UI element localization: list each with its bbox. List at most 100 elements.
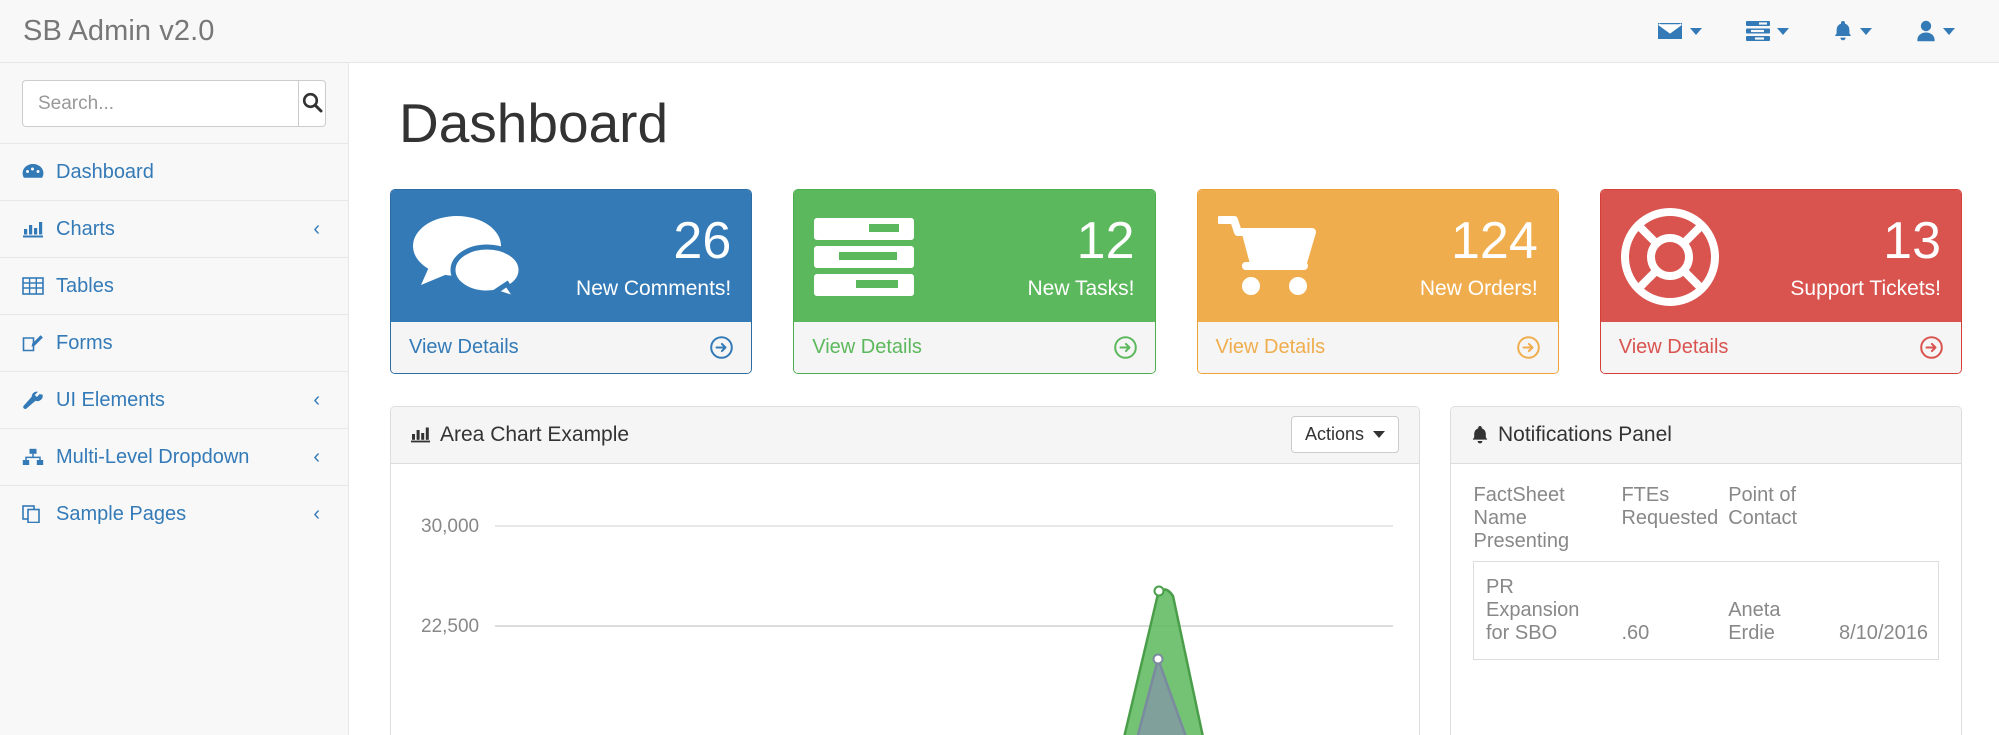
column-header-factsheet-name: FactSheet Name Presenting bbox=[1474, 484, 1594, 553]
chevron-left-icon: ‹ bbox=[313, 219, 320, 239]
view-details-link[interactable]: View Details bbox=[1198, 322, 1558, 373]
stat-count: 12 bbox=[1028, 214, 1135, 269]
view-details-link[interactable]: View Details bbox=[391, 322, 751, 373]
chevron-down-icon bbox=[1860, 28, 1872, 35]
comments-icon bbox=[411, 212, 523, 302]
stat-panel-new-comments[interactable]: 26 New Comments! View Details bbox=[390, 189, 752, 374]
sidebar-item-multi-level-dropdown[interactable]: Multi-Level Dropdown ‹ bbox=[0, 428, 348, 485]
notifications-card-body: FactSheet Name Presenting FTEs Requested… bbox=[1451, 464, 1961, 680]
stat-panel-body: 13 Support Tickets! bbox=[1601, 190, 1961, 322]
sitemap-icon bbox=[22, 448, 48, 466]
wrench-icon bbox=[22, 391, 48, 409]
area-chart-card-title: Area Chart Example bbox=[440, 423, 629, 447]
bell-icon bbox=[1833, 20, 1853, 42]
stat-panel-support-tickets[interactable]: 13 Support Tickets! View Details bbox=[1600, 189, 1962, 374]
sidebar-item-ui-elements[interactable]: UI Elements ‹ bbox=[0, 371, 348, 428]
column-header-ftes-requested: FTEs Requested bbox=[1621, 484, 1718, 530]
sidebar: Dashboard Charts ‹ Tables Forms UI Eleme… bbox=[0, 63, 349, 735]
area-chart-card-header: Area Chart Example Actions bbox=[391, 407, 1419, 464]
series-b-point bbox=[1154, 654, 1163, 663]
area-chart-card-body: 30,000 22,500 bbox=[391, 464, 1419, 735]
table-icon bbox=[22, 277, 48, 295]
area-chart-svg bbox=[413, 484, 1393, 735]
chevron-down-icon bbox=[1690, 28, 1702, 35]
view-details-label: View Details bbox=[409, 336, 519, 359]
stat-label: Support Tickets! bbox=[1790, 278, 1941, 299]
area-chart[interactable]: 30,000 22,500 bbox=[413, 484, 1397, 735]
stat-label: New Tasks! bbox=[1028, 278, 1135, 299]
y-axis-tick-30000: 30,000 bbox=[421, 516, 479, 538]
messages-dropdown[interactable] bbox=[1635, 0, 1724, 62]
chevron-left-icon: ‹ bbox=[313, 447, 320, 467]
actions-dropdown-button[interactable]: Actions bbox=[1291, 416, 1399, 453]
sidebar-search bbox=[0, 63, 348, 143]
tasks-icon bbox=[814, 216, 922, 298]
stat-panel-row: 26 New Comments! View Details bbox=[390, 189, 1972, 374]
view-details-link[interactable]: View Details bbox=[1601, 322, 1961, 373]
tasks-icon bbox=[1746, 21, 1770, 41]
notifications-card-header: Notifications Panel bbox=[1451, 407, 1961, 464]
chevron-down-icon bbox=[1373, 431, 1385, 438]
bell-icon bbox=[1471, 425, 1489, 445]
lower-card-row: Area Chart Example Actions bbox=[390, 406, 1972, 735]
notifications-card: Notifications Panel FactSheet Name Prese… bbox=[1450, 406, 1962, 735]
sidebar-item-label: Tables bbox=[56, 275, 114, 298]
view-details-label: View Details bbox=[812, 336, 922, 359]
chevron-left-icon: ‹ bbox=[313, 390, 320, 410]
stat-panel-new-orders[interactable]: 124 New Orders! View Details bbox=[1197, 189, 1559, 374]
page-title: Dashboard bbox=[399, 93, 1972, 154]
sidebar-item-label: UI Elements bbox=[56, 389, 165, 412]
area-chart-card: Area Chart Example Actions bbox=[390, 406, 1420, 735]
sidebar-item-label: Dashboard bbox=[56, 161, 154, 184]
chevron-down-icon bbox=[1943, 28, 1955, 35]
sidebar-item-tables[interactable]: Tables bbox=[0, 257, 348, 314]
user-dropdown[interactable] bbox=[1894, 0, 1977, 62]
sidebar-item-label: Charts bbox=[56, 218, 115, 241]
series-a-point bbox=[1155, 586, 1164, 595]
envelope-icon bbox=[1657, 21, 1683, 41]
stat-label: New Orders! bbox=[1420, 278, 1538, 299]
table-row[interactable]: PR Expansion for SBO .60 Aneta Erdie 8/1… bbox=[1474, 561, 1939, 659]
stat-panel-text: 13 Support Tickets! bbox=[1790, 214, 1941, 300]
brand-title[interactable]: SB Admin v2.0 bbox=[0, 17, 215, 46]
stat-panel-body: 12 New Tasks! bbox=[794, 190, 1154, 322]
sidebar-item-dashboard[interactable]: Dashboard bbox=[0, 143, 348, 200]
stat-count: 26 bbox=[576, 214, 731, 269]
stat-count: 13 bbox=[1790, 214, 1941, 269]
stat-panel-text: 124 New Orders! bbox=[1420, 214, 1538, 300]
arrow-circle-right-icon bbox=[710, 336, 733, 359]
actions-label: Actions bbox=[1305, 424, 1364, 445]
stat-panel-body: 124 New Orders! bbox=[1198, 190, 1558, 322]
stat-label: New Comments! bbox=[576, 278, 731, 299]
view-details-link[interactable]: View Details bbox=[794, 322, 1154, 373]
sidebar-item-sample-pages[interactable]: Sample Pages ‹ bbox=[0, 485, 348, 542]
arrow-circle-right-icon bbox=[1517, 336, 1540, 359]
dashboard-icon bbox=[22, 163, 48, 181]
notifications-table-head: FactSheet Name Presenting FTEs Requested… bbox=[1474, 484, 1939, 562]
search-button[interactable] bbox=[298, 80, 326, 127]
view-details-label: View Details bbox=[1619, 336, 1729, 359]
column-header-point-of-contact: Point of Contact bbox=[1728, 484, 1829, 530]
sidebar-item-label: Sample Pages bbox=[56, 503, 186, 526]
bar-chart-icon bbox=[411, 426, 431, 443]
files-icon bbox=[22, 505, 48, 523]
search-input[interactable] bbox=[22, 80, 298, 127]
alerts-dropdown[interactable] bbox=[1811, 0, 1894, 62]
chevron-left-icon: ‹ bbox=[313, 504, 320, 524]
user-icon bbox=[1916, 20, 1936, 42]
stat-count: 124 bbox=[1420, 214, 1538, 269]
sidebar-item-charts[interactable]: Charts ‹ bbox=[0, 200, 348, 257]
sidebar-item-forms[interactable]: Forms bbox=[0, 314, 348, 371]
cell-date: 8/10/2016 bbox=[1839, 622, 1928, 644]
arrow-circle-right-icon bbox=[1114, 336, 1137, 359]
arrow-circle-right-icon bbox=[1920, 336, 1943, 359]
stat-panel-new-tasks[interactable]: 12 New Tasks! View Details bbox=[793, 189, 1155, 374]
notifications-table: FactSheet Name Presenting FTEs Requested… bbox=[1473, 484, 1939, 660]
cell-ftes: .60 bbox=[1621, 622, 1649, 644]
view-details-label: View Details bbox=[1216, 336, 1326, 359]
main-content: Dashboard 26 New Comments! V bbox=[350, 63, 1999, 735]
life-ring-icon bbox=[1621, 208, 1719, 306]
top-navbar: SB Admin v2.0 bbox=[0, 0, 1999, 63]
chevron-down-icon bbox=[1777, 28, 1789, 35]
tasks-dropdown[interactable] bbox=[1724, 0, 1811, 62]
